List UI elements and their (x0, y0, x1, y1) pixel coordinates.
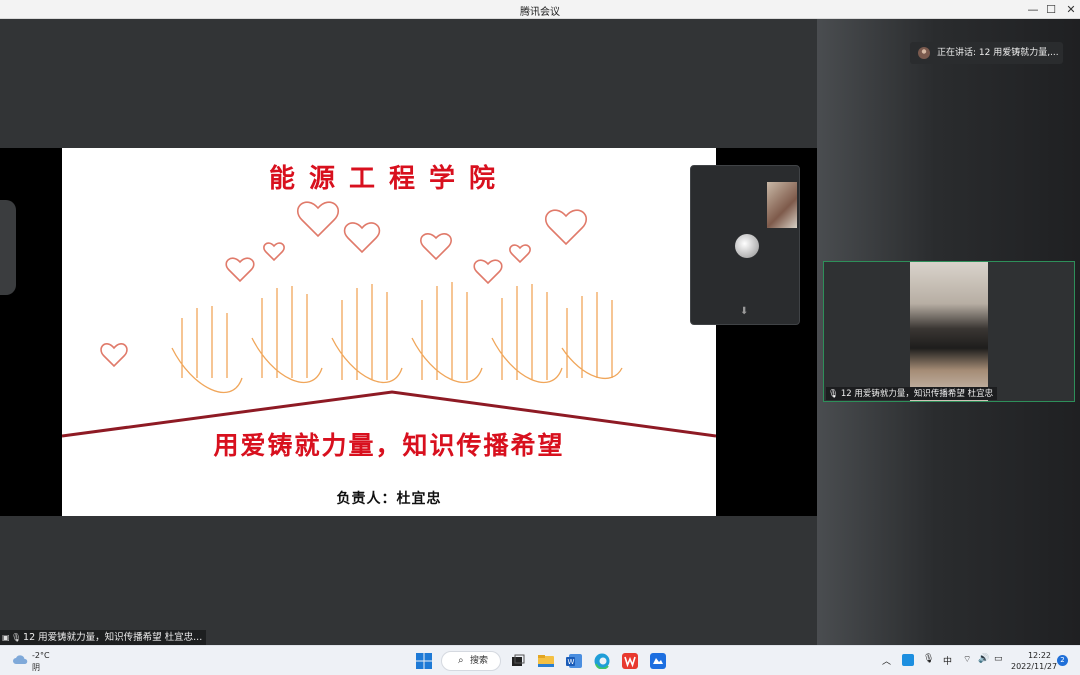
heart-icon (509, 244, 531, 264)
meeting-app-icon[interactable] (650, 653, 666, 669)
heart-icon (343, 222, 381, 254)
avatar (918, 47, 930, 59)
volume-icon[interactable]: 🔊 (978, 654, 989, 664)
ime-indicator[interactable]: 中 (943, 654, 952, 667)
title-bar: 腾讯会议 — ☐ ✕ (0, 0, 1080, 19)
taskbar-search[interactable]: 搜索 (441, 651, 501, 671)
mini-video-thumbnail[interactable] (767, 182, 797, 228)
clock-date: 2022/11/27 (1011, 662, 1058, 671)
microphone-icon: 🎙 (11, 633, 22, 642)
svg-text:W: W (568, 658, 575, 666)
active-sharer-caption: ▣🎙 12 用爱铸就力量，知识传播希望 杜宜忠... (0, 630, 207, 645)
battery-icon[interactable]: ▭ (994, 654, 1003, 664)
heart-icon (420, 233, 452, 261)
shared-slide: 能源工程学院 用爱铸就力量，知识传播希望 负责人：杜宜忠 (62, 148, 716, 516)
notification-badge[interactable]: 2 (1057, 655, 1068, 666)
weather-condition: 阴 (32, 663, 40, 672)
windows-start-icon[interactable] (416, 653, 432, 669)
close-icon[interactable]: ✕ (1060, 0, 1080, 19)
system-clock[interactable]: 12:22 2022/11/27 (1011, 650, 1058, 672)
screen-share-icon: ▣ (2, 633, 10, 642)
speaking-text: 正在讲话: 12 用爱铸就力量,... (937, 48, 1059, 58)
participant-video-tile[interactable]: 🎙 12 用爱铸就力量，知识传播希望 杜宜忠 (823, 261, 1075, 402)
microphone-icon: 🎙 (828, 389, 839, 398)
participant-video (910, 262, 988, 401)
heart-icon (296, 201, 340, 238)
microphone-icon[interactable]: 🎙 (923, 654, 934, 664)
clock-time: 12:22 (1027, 651, 1051, 660)
windows-taskbar: -2°C 阴 搜索 W ︿ 🎙 中 ⌔ 🔊 ▭ 12:22 2022/11/27… (0, 645, 1080, 675)
chevron-up-icon[interactable]: ︿ (882, 654, 891, 667)
floating-video-panel[interactable]: ⬇ (690, 165, 800, 325)
participant-name: 12 用爱铸就力量，知识传播希望 杜宜忠 (840, 389, 994, 399)
heart-icon (100, 343, 128, 368)
heart-icon (225, 257, 255, 283)
window-title: 腾讯会议 (520, 7, 560, 18)
slide-owner: 负责人：杜宜忠 (336, 491, 442, 507)
word-icon[interactable]: W (566, 653, 582, 669)
tray-app-icon[interactable] (902, 654, 914, 666)
weather-temperature: -2°C (32, 651, 50, 660)
heart-icon (473, 259, 503, 285)
task-view-icon[interactable] (510, 653, 526, 669)
heart-icon (544, 209, 588, 246)
edge-icon[interactable] (594, 653, 610, 669)
cloud-icon (13, 655, 28, 664)
slide-slogan: 用爱铸就力量，知识传播希望 (213, 431, 565, 460)
chevron-down-icon[interactable]: ⬇ (740, 306, 748, 317)
search-icon: ⌕ (458, 655, 464, 666)
wps-icon[interactable] (622, 653, 638, 669)
caption-text: 12 用爱铸就力量，知识传播希望 杜宜忠... (23, 632, 203, 643)
heart-icon (263, 242, 285, 262)
avatar (735, 234, 759, 258)
file-explorer-icon[interactable] (538, 653, 554, 669)
participant-label: 🎙 12 用爱铸就力量，知识传播希望 杜宜忠 (826, 387, 998, 400)
left-collapse-handle[interactable] (0, 200, 16, 295)
wifi-icon[interactable]: ⌔ (963, 654, 971, 665)
search-label: 搜索 (470, 656, 489, 666)
maximize-icon[interactable]: ☐ (1040, 0, 1062, 19)
speaking-indicator: 正在讲话: 12 用爱铸就力量,... (910, 42, 1063, 64)
